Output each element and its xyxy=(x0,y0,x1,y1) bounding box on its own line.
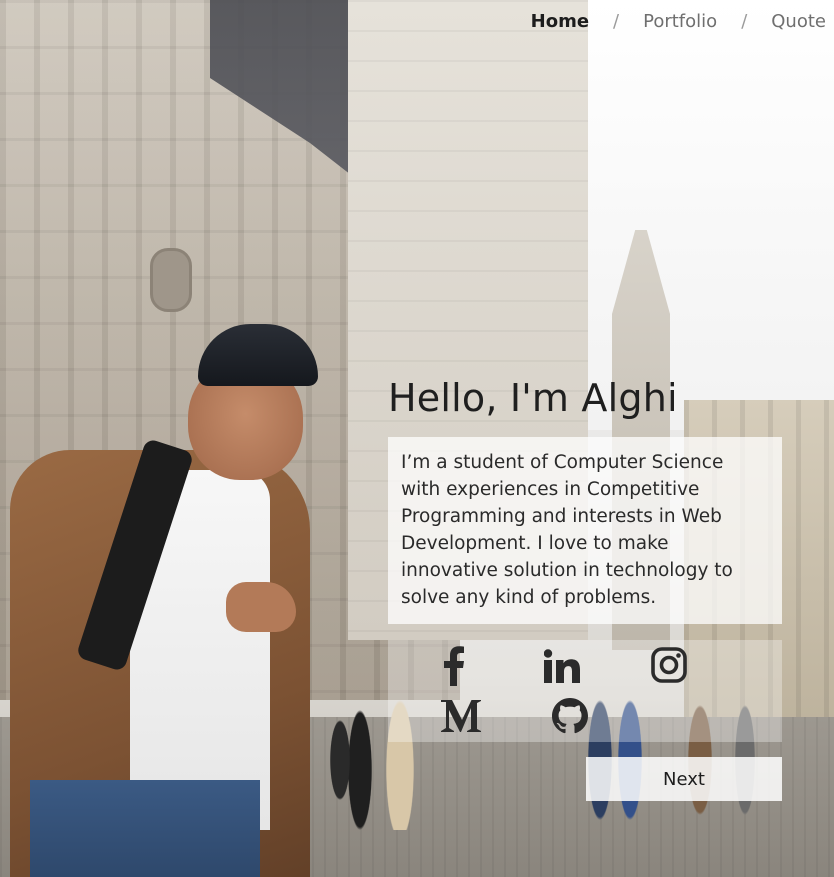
next-button[interactable]: Next xyxy=(586,757,782,801)
linkedin-icon xyxy=(544,649,580,683)
cap xyxy=(198,324,318,386)
hero-greeting: Hello, I'm Alghi xyxy=(388,376,678,420)
facebook-link[interactable] xyxy=(430,642,478,690)
instagram-icon xyxy=(651,647,687,683)
github-link[interactable] xyxy=(546,692,594,740)
nav-home-link[interactable]: Home xyxy=(527,11,593,32)
github-icon xyxy=(552,698,588,734)
linkedin-link[interactable] xyxy=(538,642,586,690)
portrait-person xyxy=(0,320,340,877)
nav-separator: / xyxy=(741,11,748,32)
hero-bio: I’m a student of Computer Science with e… xyxy=(388,437,782,624)
medium-link[interactable] xyxy=(437,692,485,740)
nav-quote-link[interactable]: Quote xyxy=(767,11,830,32)
top-nav: Home / Portfolio / Quote xyxy=(527,11,830,32)
peace-sign-hand xyxy=(226,582,296,632)
instagram-link[interactable] xyxy=(645,641,693,689)
facebook-icon xyxy=(443,646,465,686)
nav-separator: / xyxy=(613,11,620,32)
nav-portfolio-link[interactable]: Portfolio xyxy=(639,11,721,32)
social-links xyxy=(388,640,782,742)
facade-clock xyxy=(150,248,192,312)
jeans xyxy=(30,780,260,877)
medium-icon xyxy=(441,700,481,732)
